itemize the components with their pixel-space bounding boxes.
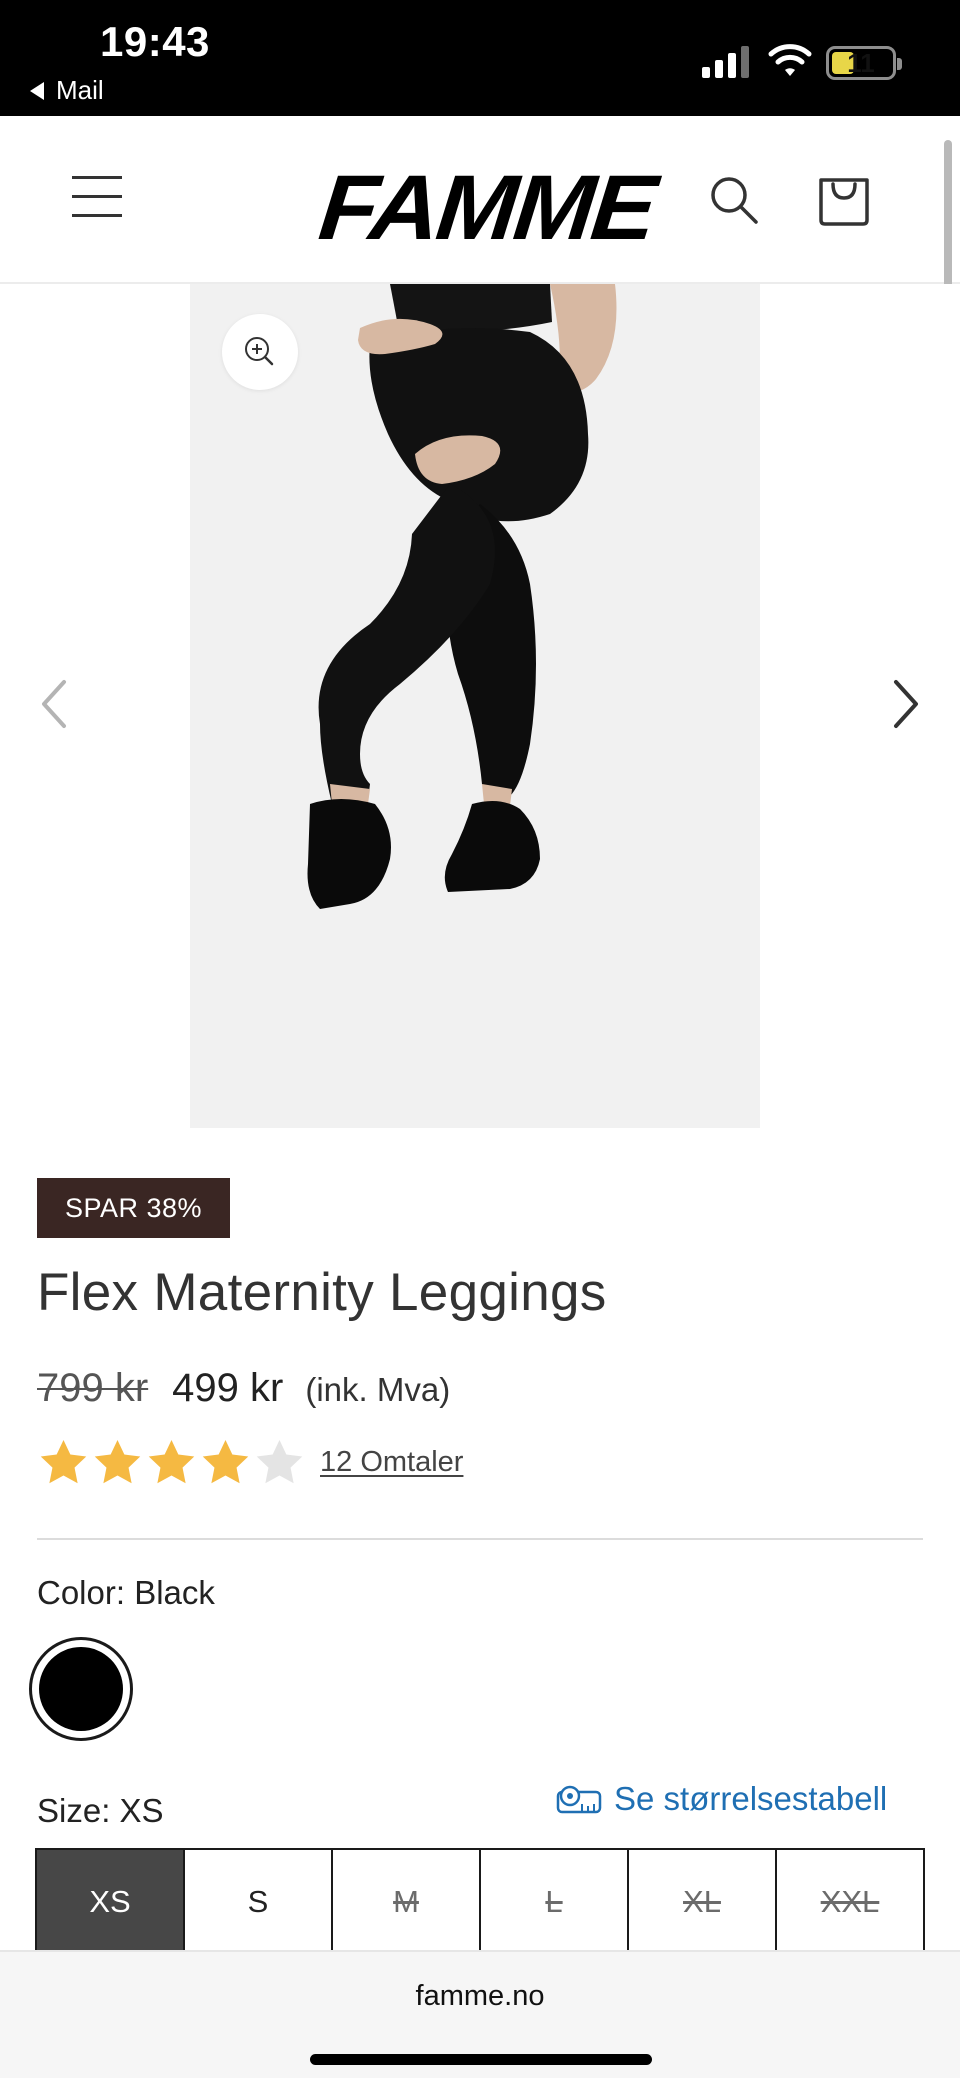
menu-button[interactable] <box>72 176 122 220</box>
chevron-right-icon <box>894 680 918 728</box>
product-title: Flex Maternity Leggings <box>37 1263 607 1322</box>
zoom-button[interactable] <box>222 314 298 390</box>
star-icon <box>256 1439 303 1484</box>
chevron-left-icon <box>42 680 66 728</box>
measuring-tape-icon <box>556 1785 602 1814</box>
site-header: FAMME <box>0 116 960 284</box>
size-chart-link[interactable]: Se størrelsestabell <box>556 1780 887 1818</box>
size-option-l[interactable]: L <box>481 1850 629 1956</box>
star-rating <box>37 1436 307 1489</box>
model-leggings-illustration <box>307 284 617 909</box>
star-icon <box>202 1439 249 1484</box>
battery-level: 11 <box>847 48 875 78</box>
home-indicator[interactable] <box>310 2054 652 2065</box>
gallery-next-button[interactable] <box>880 674 930 734</box>
shopping-bag-icon <box>819 178 869 226</box>
wifi-icon <box>768 44 812 76</box>
back-triangle-icon <box>30 81 44 100</box>
search-button[interactable] <box>706 172 762 228</box>
search-icon <box>711 177 758 224</box>
rating-row: 12 Omtaler <box>37 1436 463 1489</box>
original-price: 799 kr <box>37 1366 149 1410</box>
tax-note: (ink. Mva) <box>305 1371 451 1408</box>
product-image[interactable] <box>190 284 760 1128</box>
size-chart-label: Se størrelsestabell <box>614 1780 888 1817</box>
size-option-s[interactable]: S <box>185 1850 333 1956</box>
famme-logo[interactable]: FAMME <box>314 156 659 261</box>
zoom-in-icon <box>245 337 274 366</box>
status-time: 19:43 <box>100 18 210 65</box>
back-app-label: Mail <box>56 75 104 105</box>
discount-badge: SPAR 38% <box>37 1178 230 1238</box>
battery-icon: 11 <box>826 46 902 80</box>
hamburger-icon <box>72 176 122 179</box>
sale-price: 499 kr <box>172 1366 284 1410</box>
cart-button[interactable] <box>816 172 872 228</box>
browser-bottom-bar: famme.no <box>0 1950 960 2078</box>
size-option-xl[interactable]: XL <box>629 1850 777 1956</box>
size-option-xxl[interactable]: XXL <box>777 1850 923 1956</box>
size-label: Size: XS <box>37 1792 164 1829</box>
size-selector: XS S M L XL XXL <box>35 1848 925 1958</box>
status-bar: 19:43 Mail 11 <box>0 0 960 116</box>
star-icon <box>40 1439 87 1484</box>
color-swatch-black[interactable] <box>29 1637 133 1741</box>
cellular-signal-icon <box>702 46 749 78</box>
size-option-m[interactable]: M <box>333 1850 481 1956</box>
divider <box>37 1538 923 1540</box>
size-option-xs[interactable]: XS <box>37 1850 185 1956</box>
gallery-prev-button[interactable] <box>30 674 80 734</box>
color-label: Color: Black <box>37 1574 215 1611</box>
color-swatch-fill <box>39 1647 123 1731</box>
star-icon <box>94 1439 141 1484</box>
price-row: 799 kr 499 kr (ink. Mva) <box>37 1366 450 1411</box>
url-bar[interactable]: famme.no <box>0 1980 960 2013</box>
back-to-mail-button[interactable]: Mail <box>30 75 104 106</box>
star-icon <box>148 1439 195 1484</box>
reviews-link[interactable]: 12 Omtaler <box>320 1446 463 1479</box>
product-page: 19:43 Mail 11 FAMME SPAR 38% Flex Matern… <box>0 0 960 2078</box>
product-gallery <box>0 284 960 1128</box>
